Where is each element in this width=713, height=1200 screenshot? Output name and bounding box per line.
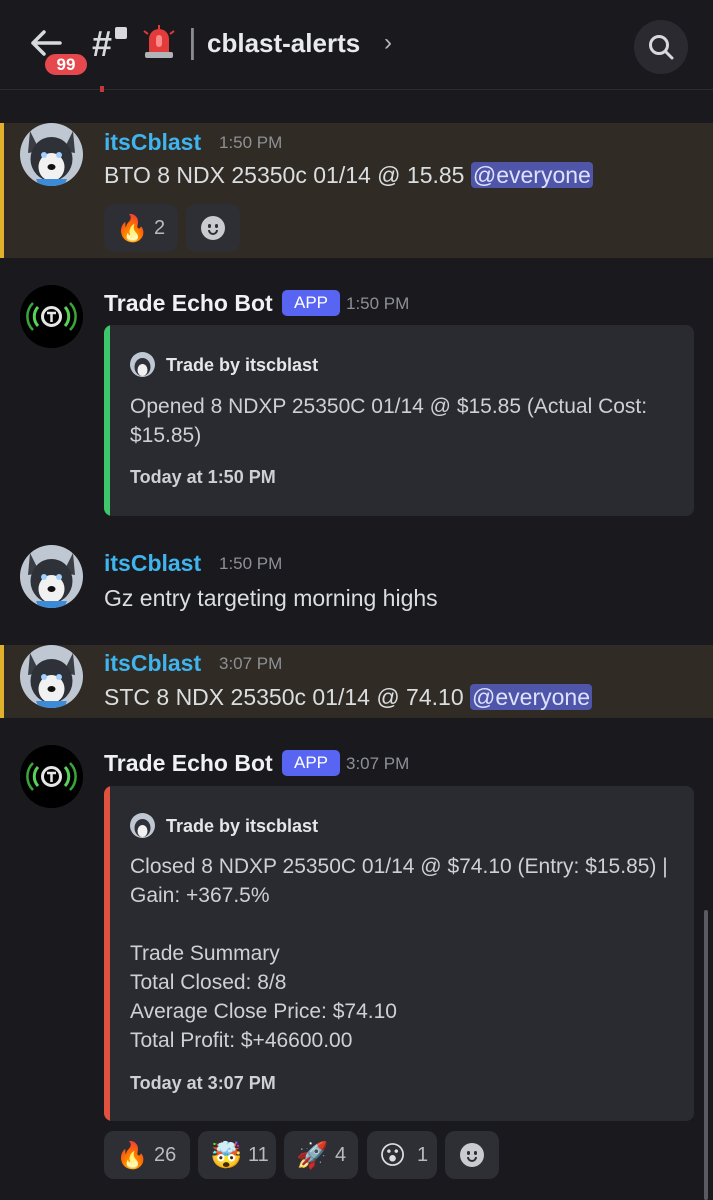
- siren-icon: [143, 25, 175, 59]
- channel-header: 99 # | cblast-alerts ›: [0, 0, 713, 90]
- search-button[interactable]: [634, 20, 688, 74]
- title-separator: |: [188, 23, 197, 61]
- reaction-rocket[interactable]: 🚀 4: [284, 1131, 358, 1179]
- fire-emoji: 🔥: [116, 1140, 149, 1170]
- unread-badge: 99: [42, 51, 90, 78]
- embed-line: Total Closed: 8/8: [130, 971, 287, 994]
- author-name[interactable]: itsCblast: [104, 648, 201, 678]
- channel-name[interactable]: cblast-alerts: [207, 26, 360, 60]
- message-text: STC 8 NDX 25350c 01/14 @ 74.10 @everyone: [104, 684, 592, 710]
- lock-icon: [115, 27, 127, 39]
- fire-emoji: 🔥: [116, 213, 149, 243]
- embed-line: $15.85): [130, 424, 202, 447]
- add-reaction-icon[interactable]: [445, 1131, 499, 1179]
- reaction-count: 26: [154, 1144, 177, 1166]
- avatar[interactable]: [20, 645, 83, 708]
- author-name[interactable]: itsCblast: [104, 127, 201, 157]
- scrollbar[interactable]: [704, 910, 708, 1200]
- embed-footer: Today at 3:07 PM: [130, 1073, 276, 1093]
- embed-author-avatar: [130, 352, 155, 377]
- avatar[interactable]: [20, 545, 83, 608]
- author-name[interactable]: Trade Echo Bot: [104, 288, 273, 318]
- reaction-fire[interactable]: 🔥 26: [104, 1131, 190, 1179]
- embed-line: Average Close Price: $74.10: [130, 1000, 397, 1023]
- bot-message[interactable]: Trade Echo Bot APP 1:50 PM Trade by itsc…: [0, 280, 713, 520]
- rocket-emoji: 🚀: [296, 1140, 329, 1170]
- bot-avatar[interactable]: [20, 285, 83, 348]
- surprised-emoji: 😮: [379, 1140, 407, 1170]
- reaction-count: 2: [154, 217, 166, 239]
- reaction-count: 4: [335, 1144, 347, 1166]
- embed-line: Gain: +367.5%: [130, 884, 270, 907]
- embed-author-avatar: [130, 813, 155, 838]
- bot-avatar[interactable]: [20, 745, 83, 808]
- embed-accent-bar: [104, 786, 110, 1121]
- bot-message[interactable]: Trade Echo Bot APP 3:07 PM Trade by itsc…: [0, 740, 713, 1190]
- embed-author: Trade by itscblast: [166, 816, 319, 836]
- previous-message-edge: [100, 86, 104, 92]
- timestamp: 1:50 PM: [219, 133, 283, 152]
- search-icon: [649, 35, 674, 60]
- add-reaction-icon[interactable]: [186, 204, 240, 252]
- reaction-count: 11: [248, 1144, 269, 1166]
- message-text: Gz entry targeting morning highs: [104, 585, 438, 611]
- message-mention-highlight[interactable]: itsCblast 3:07 PM STC 8 NDX 25350c 01/14…: [0, 645, 713, 718]
- hashtag-lock-icon: #: [92, 23, 113, 64]
- timestamp: 1:50 PM: [219, 554, 283, 573]
- mind-blown-emoji: 🤯: [210, 1140, 243, 1170]
- reaction-surprised[interactable]: 😮 1: [367, 1131, 437, 1179]
- timestamp: 1:50 PM: [346, 294, 410, 313]
- embed-line: Trade Summary: [130, 942, 280, 965]
- message-mention-highlight[interactable]: itsCblast 1:50 PM BTO 8 NDX 25350c 01/14…: [0, 123, 713, 258]
- chevron-right-icon[interactable]: ›: [384, 26, 392, 60]
- app-tag: APP: [282, 750, 340, 776]
- everyone-mention[interactable]: @everyone: [470, 684, 592, 710]
- message-text: BTO 8 NDX 25350c 01/14 @ 15.85 @everyone: [104, 162, 593, 188]
- author-name[interactable]: Trade Echo Bot: [104, 748, 273, 778]
- message[interactable]: itsCblast 1:50 PM Gz entry targeting mor…: [0, 545, 713, 625]
- timestamp: 3:07 PM: [346, 754, 410, 773]
- everyone-mention[interactable]: @everyone: [470, 162, 593, 188]
- author-name[interactable]: itsCblast: [104, 548, 201, 578]
- embed-line: Closed 8 NDXP 25350C 01/14 @ $74.10 (Ent…: [130, 855, 668, 878]
- reaction-mind-blown[interactable]: 🤯 11: [198, 1131, 276, 1179]
- app-tag: APP: [282, 290, 340, 316]
- embed-line: Total Profit: $+46600.00: [130, 1029, 353, 1052]
- reaction-fire[interactable]: 🔥 2: [104, 204, 178, 252]
- timestamp: 3:07 PM: [219, 654, 283, 673]
- embed-footer: Today at 1:50 PM: [130, 467, 276, 487]
- embed-line: Opened 8 NDXP 25350C 01/14 @ $15.85 (Act…: [130, 395, 648, 418]
- embed-accent-bar: [104, 325, 110, 516]
- reaction-count: 1: [417, 1144, 429, 1166]
- embed-author: Trade by itscblast: [166, 355, 319, 375]
- avatar[interactable]: [20, 123, 83, 186]
